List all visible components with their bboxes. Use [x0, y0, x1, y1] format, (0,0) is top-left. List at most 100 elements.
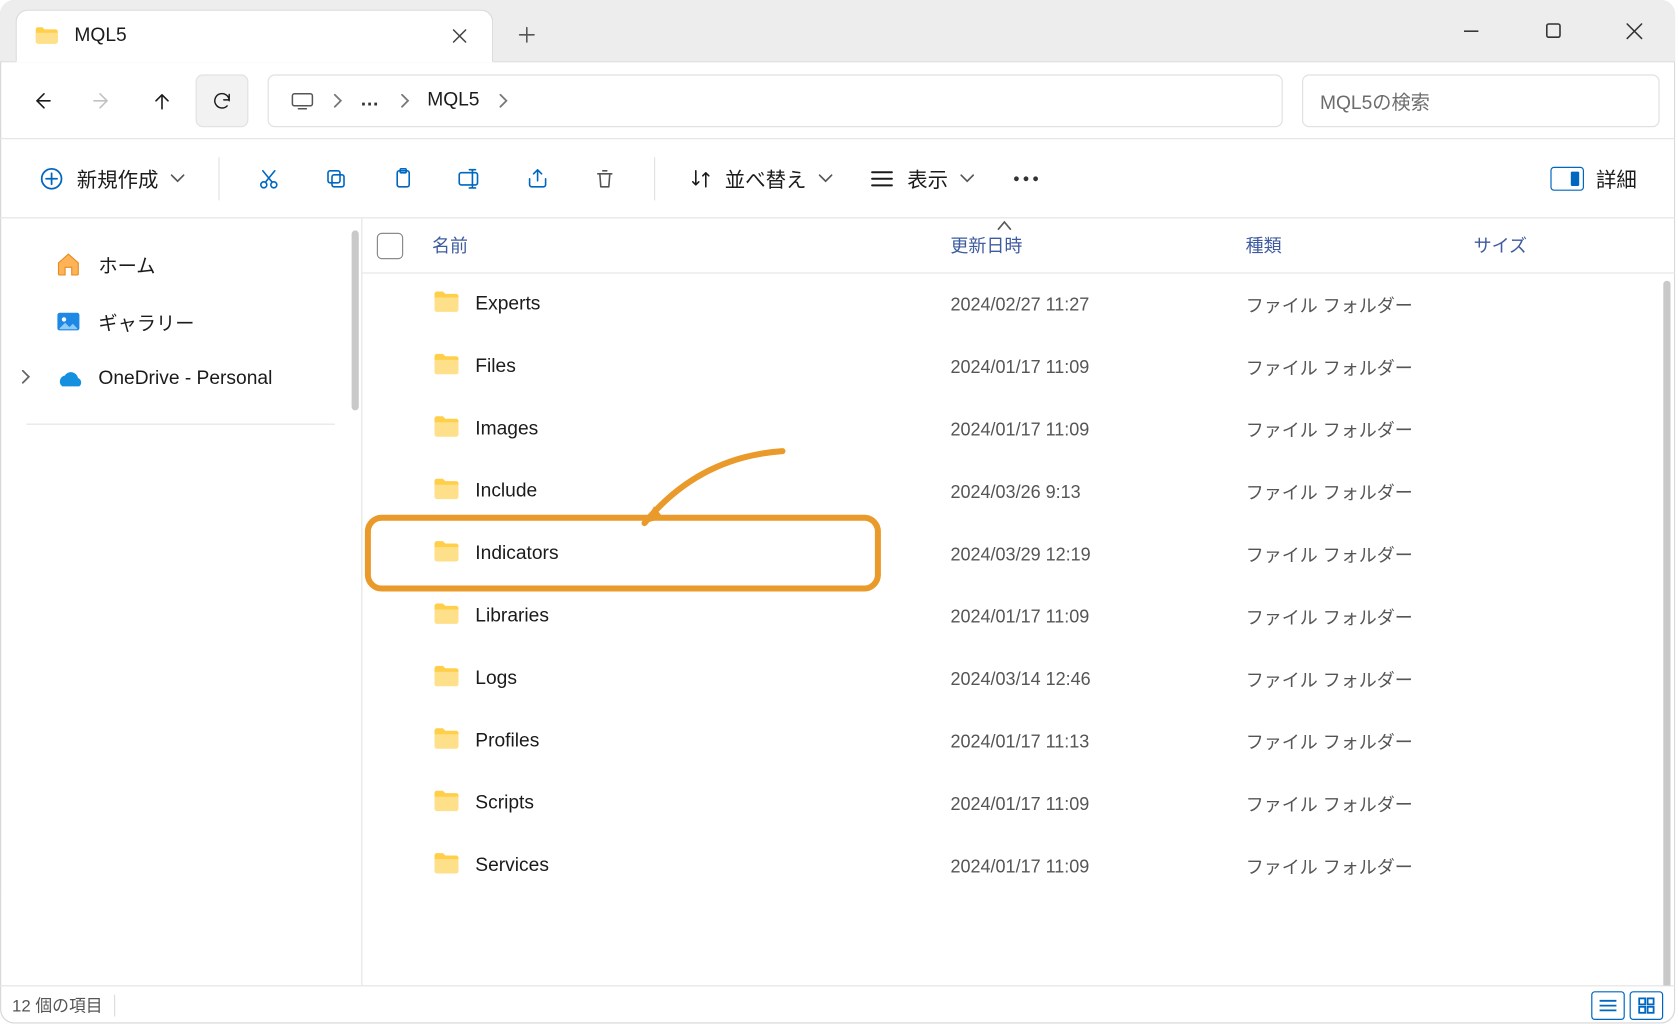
- column-kind[interactable]: 種類: [1234, 218, 1462, 272]
- chevron-right-icon[interactable]: [496, 93, 508, 107]
- file-date: 2024/03/29 12:19: [938, 544, 1233, 564]
- nav-onedrive[interactable]: OneDrive - Personal: [0, 350, 361, 408]
- tab-close-button[interactable]: [444, 20, 475, 51]
- file-kind: ファイル フォルダー: [1234, 791, 1462, 816]
- share-button[interactable]: [508, 152, 568, 205]
- forward-button[interactable]: [76, 74, 129, 127]
- new-tab-button[interactable]: [503, 11, 551, 59]
- maximize-button[interactable]: [1512, 4, 1594, 62]
- up-button[interactable]: [136, 74, 189, 127]
- sort-icon: [689, 166, 713, 190]
- breadcrumb[interactable]: … MQL5: [268, 74, 1283, 127]
- folder-icon: [432, 601, 461, 633]
- file-kind: ファイル フォルダー: [1234, 542, 1462, 567]
- paste-button[interactable]: [373, 152, 433, 205]
- search-input[interactable]: MQL5の検索: [1302, 74, 1660, 127]
- cut-button[interactable]: [239, 152, 299, 205]
- title-bar: MQL5: [0, 0, 1675, 62]
- delete-button[interactable]: [575, 152, 635, 205]
- rename-button[interactable]: [440, 152, 500, 205]
- close-button[interactable]: [1594, 4, 1676, 62]
- pc-icon: [290, 91, 314, 110]
- details-pane-button[interactable]: 詳細: [1536, 152, 1651, 205]
- status-count: 12 個の項目: [12, 993, 103, 1017]
- file-row[interactable]: Services2024/01/17 11:09ファイル フォルダー: [362, 835, 1675, 897]
- onedrive-icon: [55, 366, 81, 392]
- file-row[interactable]: Profiles2024/01/17 11:13ファイル フォルダー: [362, 710, 1675, 772]
- chevron-right-icon[interactable]: [19, 368, 31, 390]
- scrollbar-thumb[interactable]: [1663, 281, 1670, 985]
- new-button[interactable]: 新規作成: [24, 152, 199, 205]
- breadcrumb-current[interactable]: MQL5: [413, 75, 494, 125]
- more-button[interactable]: [996, 152, 1056, 205]
- chevron-right-icon[interactable]: [398, 93, 410, 107]
- tab-title: MQL5: [74, 25, 429, 47]
- folder-icon: [432, 413, 461, 445]
- copy-icon: [324, 166, 348, 190]
- home-icon: [55, 251, 81, 277]
- folder-icon: [432, 351, 461, 383]
- file-date: 2024/03/26 9:13: [938, 482, 1233, 502]
- file-name: Profiles: [475, 731, 539, 753]
- file-rows: Experts2024/02/27 11:27ファイル フォルダーFiles20…: [362, 274, 1675, 986]
- folder-icon: [432, 476, 461, 508]
- file-row[interactable]: Scripts2024/01/17 11:09ファイル フォルダー: [362, 773, 1675, 835]
- file-kind: ファイル フォルダー: [1234, 355, 1462, 380]
- view-label: 表示: [907, 163, 948, 193]
- details-pane-icon: [1550, 166, 1584, 190]
- file-name: Experts: [475, 294, 540, 316]
- file-date: 2024/02/27 11:27: [938, 295, 1233, 315]
- separator: [218, 157, 219, 200]
- file-row[interactable]: Libraries2024/01/17 11:09ファイル フォルダー: [362, 586, 1675, 648]
- chevron-down-icon: [170, 173, 184, 183]
- share-icon: [526, 166, 550, 190]
- address-bar: … MQL5 MQL5の検索: [0, 62, 1675, 139]
- file-kind: ファイル フォルダー: [1234, 854, 1462, 879]
- nav-home[interactable]: ホーム: [0, 235, 361, 293]
- back-button[interactable]: [16, 74, 69, 127]
- column-date[interactable]: 更新日時: [938, 218, 1233, 272]
- minimize-button[interactable]: [1430, 4, 1512, 62]
- file-name: Images: [475, 419, 538, 441]
- file-date: 2024/01/17 11:09: [938, 607, 1233, 627]
- file-kind: ファイル フォルダー: [1234, 417, 1462, 442]
- breadcrumb-root[interactable]: [276, 75, 329, 125]
- file-name: Files: [475, 356, 516, 378]
- nav-home-label: ホーム: [98, 250, 155, 279]
- view-button[interactable]: 表示: [854, 152, 988, 205]
- file-row[interactable]: Experts 2024/02/27 11:27ファイル フォルダー: [362, 274, 1675, 336]
- separator: [654, 157, 655, 200]
- folder-icon: [34, 23, 60, 49]
- ellipsis-icon: [1013, 175, 1039, 182]
- column-name[interactable]: 名前: [420, 218, 938, 272]
- folder-icon: [432, 788, 461, 820]
- refresh-button[interactable]: [196, 74, 249, 127]
- file-kind: ファイル フォルダー: [1234, 292, 1462, 317]
- file-row[interactable]: Include 2024/03/26 9:13ファイル フォルダー: [362, 461, 1675, 523]
- active-tab[interactable]: MQL5: [16, 10, 494, 63]
- column-size[interactable]: サイズ: [1462, 218, 1636, 272]
- file-row[interactable]: Indicators2024/03/29 12:19ファイル フォルダー: [362, 523, 1675, 585]
- folder-icon: [432, 725, 461, 757]
- file-row[interactable]: Logs2024/03/14 12:46ファイル フォルダー: [362, 648, 1675, 710]
- file-name: Scripts: [475, 793, 534, 815]
- toolbar: 新規作成 並べ替え 表示: [0, 139, 1675, 218]
- view-details-button[interactable]: [1591, 991, 1625, 1020]
- file-list: 名前 更新日時 種類 サイズ Experts2024/02/27 11:27ファ…: [362, 218, 1675, 985]
- chevron-right-icon[interactable]: [331, 93, 343, 107]
- view-thumbnails-button[interactable]: [1630, 991, 1664, 1020]
- file-row[interactable]: Files 2024/01/17 11:09ファイル フォルダー: [362, 336, 1675, 398]
- copy-button[interactable]: [306, 152, 366, 205]
- chevron-down-icon: [960, 173, 974, 183]
- nav-gallery[interactable]: ギャラリー: [0, 293, 361, 351]
- file-kind: ファイル フォルダー: [1234, 479, 1462, 504]
- sort-button[interactable]: 並べ替え: [674, 152, 847, 205]
- file-date: 2024/01/17 11:09: [938, 357, 1233, 377]
- select-all-checkbox[interactable]: [377, 232, 403, 258]
- file-name: Libraries: [475, 606, 549, 628]
- file-name: Include: [475, 481, 537, 503]
- details-label: 詳細: [1596, 163, 1637, 193]
- breadcrumb-ellipsis[interactable]: …: [346, 75, 396, 125]
- sort-indicator-icon: [996, 218, 1013, 236]
- file-row[interactable]: Images2024/01/17 11:09ファイル フォルダー: [362, 398, 1675, 460]
